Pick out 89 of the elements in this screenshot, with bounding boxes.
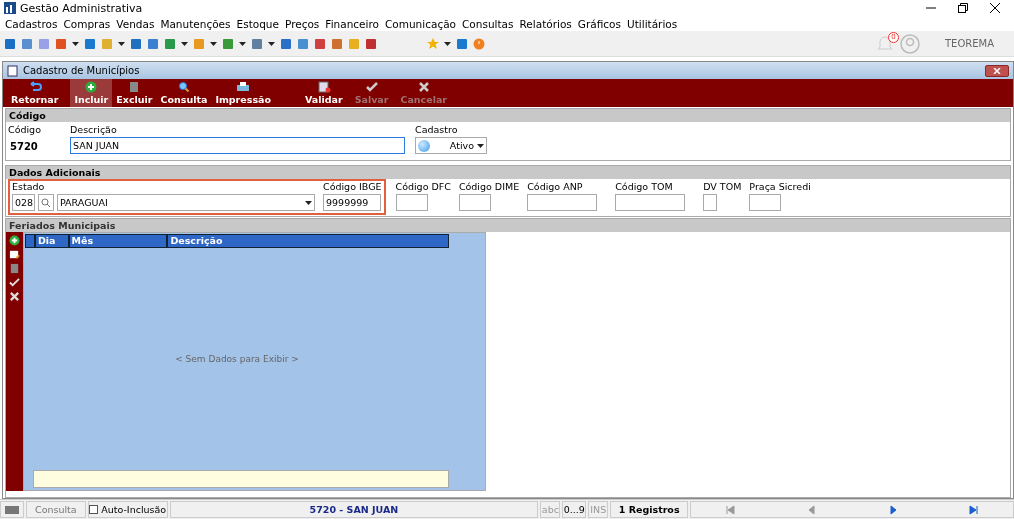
auto-include-checkbox[interactable]: Auto-Inclusão — [87, 501, 168, 518]
column-header[interactable]: Dia — [33, 235, 68, 247]
menu-item[interactable]: Gráficos — [574, 17, 624, 30]
section-title: Dados Adicionais — [6, 166, 1010, 179]
text-field[interactable] — [527, 194, 598, 211]
menu-item[interactable]: Manutenções — [157, 17, 234, 30]
restore-icon[interactable] — [958, 3, 968, 13]
check-icon[interactable] — [9, 277, 20, 288]
abc-indicator: abc — [540, 501, 561, 518]
form-edit-icon — [7, 64, 19, 77]
section-title: Feriados Municipais — [6, 219, 1010, 232]
text-field[interactable] — [749, 194, 782, 211]
code-value: 5720 — [9, 140, 39, 152]
search-icon — [176, 81, 191, 93]
ibge-field[interactable]: 9999999 — [323, 194, 381, 211]
field-label: Descrição — [70, 124, 118, 135]
menu-item[interactable]: Preços — [282, 17, 323, 30]
field-label: Praça Sicredi — [749, 181, 811, 192]
user-name: TEOREMA — [944, 38, 994, 49]
menu-item[interactable]: Compras — [60, 17, 114, 30]
state-dropdown[interactable]: PARAGUAI — [57, 194, 315, 211]
caret-icon[interactable] — [210, 41, 217, 46]
state-code-field[interactable]: 028 — [12, 194, 35, 211]
cross-icon — [416, 81, 431, 93]
check-icon — [364, 81, 379, 93]
plus-circle-icon[interactable] — [9, 235, 20, 246]
status-dot-icon — [418, 139, 430, 152]
menu-item[interactable]: Consultas — [459, 17, 517, 30]
caret-icon[interactable] — [305, 200, 312, 205]
menu-item[interactable]: Vendas — [113, 17, 158, 30]
form-close-button[interactable] — [985, 64, 1009, 77]
field-label: Código DFC — [395, 181, 451, 192]
close-icon — [993, 67, 1001, 74]
field-label: Código TOM — [615, 181, 674, 192]
field-label: Código IBGE — [323, 181, 382, 192]
caret-icon[interactable] — [118, 41, 125, 46]
empty-message: < Sem Dados para Exibir > — [175, 354, 299, 364]
menu-item[interactable]: Cadastros — [2, 17, 61, 30]
toolbar-button[interactable]: Consulta — [156, 79, 212, 107]
edit-icon[interactable] — [9, 249, 20, 260]
record-count: 1 Registros — [610, 501, 689, 518]
caret-icon[interactable] — [268, 41, 275, 46]
field-label: Código ANP — [527, 181, 584, 192]
menu-item[interactable]: Comunicação — [381, 17, 460, 30]
field-label: Código DIME — [458, 181, 520, 192]
lookup-button[interactable] — [38, 194, 54, 211]
caret-icon[interactable] — [72, 41, 79, 46]
toolbar-button[interactable]: Impressão — [211, 79, 275, 107]
field-label: Cadastro — [415, 124, 459, 135]
search-icon — [41, 197, 51, 208]
text-field[interactable] — [615, 194, 686, 211]
caret-icon[interactable] — [444, 41, 451, 46]
digits-indicator: 0...9 — [562, 501, 587, 518]
window-title: Gestão Administrativa — [20, 1, 144, 15]
toolbar-button[interactable]: Validar — [301, 79, 347, 107]
text-field[interactable] — [395, 194, 428, 211]
record-indicator: 5720 - SAN JUAN — [169, 501, 539, 518]
close-icon[interactable] — [990, 3, 1000, 13]
insert-indicator: INS — [588, 501, 609, 518]
menu-item[interactable]: Utilitários — [624, 17, 681, 30]
text-field[interactable] — [703, 194, 718, 211]
menu-item[interactable]: Financeiro — [322, 17, 382, 30]
status-dropdown[interactable]: Ativo — [415, 137, 487, 154]
mode-indicator: Consulta — [25, 501, 86, 518]
description-field[interactable]: SAN JUAN — [70, 137, 405, 154]
field-label: DV TOM — [703, 181, 742, 192]
star-icon[interactable] — [427, 37, 439, 50]
table-check-icon — [316, 81, 331, 93]
plus-circle-icon — [84, 81, 99, 93]
cross-icon[interactable] — [9, 291, 20, 302]
form-title: Cadastro de Municípios — [23, 65, 141, 76]
toolbar-button[interactable]: Incluir — [70, 79, 113, 107]
menu-item[interactable]: Relatórios — [516, 17, 575, 30]
bell-icon[interactable] — [876, 33, 893, 52]
section-title: Código — [6, 109, 1010, 122]
toolbar-button[interactable]: Retornar — [7, 79, 63, 107]
power-icon[interactable] — [473, 37, 485, 50]
caret-icon[interactable] — [239, 41, 246, 46]
column-header[interactable]: Descrição — [166, 235, 448, 247]
text-field[interactable] — [458, 194, 491, 211]
caret-icon[interactable] — [477, 143, 484, 148]
field-label: Estado — [12, 181, 46, 192]
field-label: Código — [8, 124, 42, 135]
column-header[interactable]: Mês — [67, 235, 167, 247]
menu-item[interactable]: Estoque — [233, 17, 282, 30]
toolbar-button[interactable]: Excluir — [112, 79, 157, 107]
printer-icon — [236, 81, 251, 93]
keyboard-icon[interactable] — [0, 501, 24, 518]
caret-icon[interactable] — [181, 41, 188, 46]
